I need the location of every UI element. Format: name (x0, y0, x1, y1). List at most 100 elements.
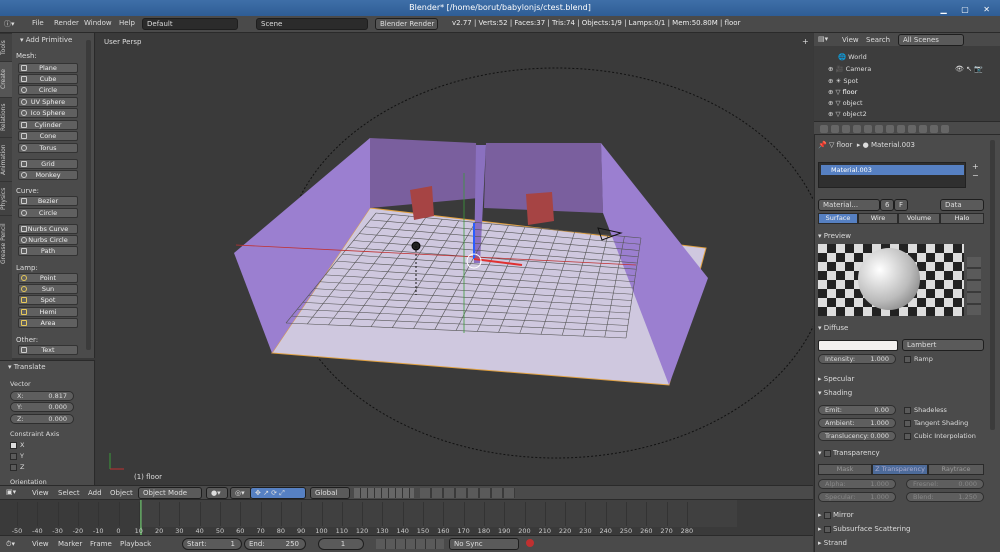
properties-scrollbar[interactable] (990, 140, 995, 430)
material-name-field[interactable]: Material... (818, 199, 880, 211)
add-point-lamp-button[interactable]: Point (18, 273, 78, 283)
timeline-menu-frame[interactable]: Frame (90, 540, 112, 548)
outliner-row-floor[interactable]: ⊕ ▽ floor (828, 88, 857, 96)
material-fake-user-button[interactable]: F (894, 199, 908, 211)
outliner-row-spot[interactable]: ⊕ ☀ Spot (828, 77, 858, 85)
menu-select[interactable]: Select (58, 489, 80, 497)
pivot-selector[interactable]: ◎▾ (230, 487, 252, 499)
transparency-panel-header[interactable]: ▾ Transparency (818, 449, 880, 457)
material-tab-volume[interactable]: Volume (898, 213, 940, 224)
end-frame-field[interactable]: End: 250 (244, 538, 306, 550)
add-primitive-header[interactable]: ▾ Add Primitive (20, 36, 72, 44)
add-grid-button[interactable]: Grid (18, 159, 78, 169)
diffuse-shader-selector[interactable]: Lambert (902, 339, 984, 351)
add-area-lamp-button[interactable]: Area (18, 318, 78, 328)
outliner-menu-search[interactable]: Search (866, 36, 890, 44)
add-text-button[interactable]: Text (18, 345, 78, 355)
preview-panel-header[interactable]: ▾ Preview (818, 232, 851, 240)
trans-specular-field[interactable]: Specular: 1.000 (818, 492, 896, 502)
transparency-checkbox[interactable] (823, 449, 831, 457)
menu-object[interactable]: Object (110, 489, 133, 497)
editor-type-icon[interactable]: ⓘ▾ (4, 19, 15, 29)
add-plane-button[interactable]: Plane (18, 63, 78, 73)
menu-window[interactable]: Window (84, 19, 112, 27)
add-sun-lamp-button[interactable]: Sun (18, 284, 78, 294)
outliner-filter-selector[interactable]: All Scenes (898, 34, 964, 46)
material-tab-surface[interactable]: Surface (818, 213, 858, 224)
material-tab-halo[interactable]: Halo (940, 213, 984, 224)
material-tab-wire[interactable]: Wire (858, 213, 898, 224)
alpha-field[interactable]: Alpha: 1.000 (818, 479, 896, 489)
physics-tab-icon[interactable] (941, 125, 949, 133)
mode-selector[interactable]: Object Mode (138, 487, 202, 499)
vector-x-field[interactable]: X: 0.817 (10, 391, 74, 401)
menu-add[interactable]: Add (88, 489, 102, 497)
add-cone-button[interactable]: Cone (18, 131, 78, 141)
add-torus-button[interactable]: Torus (18, 143, 78, 153)
outliner-visibility-icons[interactable]: 👁 ↖ 📷 (955, 65, 983, 73)
slot-add-remove-icons[interactable]: + − (972, 162, 979, 180)
diffuse-ramp-checkbox[interactable]: Ramp (904, 355, 933, 363)
texture-tab-icon[interactable] (919, 125, 927, 133)
add-bezier-button[interactable]: Bezier (18, 196, 78, 206)
particles-tab-icon[interactable] (930, 125, 938, 133)
vector-z-field[interactable]: Z: 0.000 (10, 414, 74, 424)
diffuse-color-swatch[interactable] (818, 340, 898, 351)
operator-title[interactable]: ▾ Translate (8, 363, 46, 371)
constraint-z-checkbox[interactable]: Z (10, 463, 24, 471)
menu-view[interactable]: View (32, 489, 49, 497)
mirror-panel-header[interactable]: ▸ Mirror (818, 511, 854, 519)
render-layers-tab-icon[interactable] (831, 125, 839, 133)
material-link-selector[interactable]: Data (940, 199, 984, 211)
shadeless-checkbox[interactable]: Shadeless (904, 406, 947, 414)
constraint-x-checkbox[interactable]: X (10, 441, 24, 449)
material-slot-list[interactable]: Material.003 (818, 162, 966, 188)
layout-selector[interactable]: Default (142, 18, 238, 30)
add-circle-button[interactable]: Circle (18, 85, 78, 95)
add-cube-button[interactable]: Cube (18, 74, 78, 84)
add-bezier-circle-button[interactable]: Circle (18, 208, 78, 218)
fresnel-field[interactable]: Fresnel: 0.000 (906, 479, 984, 489)
add-path-button[interactable]: Path (18, 246, 78, 256)
outliner-menu-view[interactable]: View (842, 36, 859, 44)
strand-panel-header[interactable]: ▸ Strand (818, 539, 847, 547)
tool-shelf-scrollbar[interactable] (86, 40, 91, 350)
add-hemi-lamp-button[interactable]: Hemi (18, 307, 78, 317)
menu-help[interactable]: Help (119, 19, 135, 27)
scene-selector[interactable]: Scene (256, 18, 368, 30)
playback-controls[interactable] (376, 539, 444, 549)
add-nurbs-circle-button[interactable]: Nurbs Circle (18, 235, 78, 245)
object-tab-icon[interactable] (864, 125, 872, 133)
outliner-row-object[interactable]: ⊕ ▽ object (828, 99, 863, 107)
constraint-y-checkbox[interactable]: Y (10, 452, 24, 460)
outliner-row-camera[interactable]: ⊕ 🎥 Camera (828, 65, 871, 73)
tab-create[interactable]: Create (0, 61, 12, 97)
start-frame-field[interactable]: Start: 1 (182, 538, 242, 550)
sss-panel-header[interactable]: ▸ Subsurface Scattering (818, 525, 910, 533)
cube-right[interactable] (526, 192, 554, 225)
timeline-area[interactable]: -50 -40 -30 -20 -10 0 10 20 30 40 50 60 70 80 90 100 110… (0, 499, 813, 536)
scene-render[interactable] (96, 33, 813, 485)
add-ico-sphere-button[interactable]: Ico Sphere (18, 108, 78, 118)
outliner-row-world[interactable]: 🌐 World (838, 53, 867, 61)
ambient-field[interactable]: Ambient: 1.000 (818, 418, 896, 428)
menu-render[interactable]: Render (54, 19, 79, 27)
tab-physics[interactable]: Physics (0, 181, 12, 215)
emit-field[interactable]: Emit: 0.00 (818, 405, 896, 415)
timeline-menu-view[interactable]: View (32, 540, 49, 548)
properties-context-tabs[interactable] (814, 121, 1000, 135)
material-slot-selected[interactable]: Material.003 (821, 165, 964, 175)
menu-file[interactable]: File (32, 19, 44, 27)
outliner-editor-icon[interactable]: ▤▾ (818, 35, 828, 43)
tab-tools[interactable]: Tools (0, 33, 12, 61)
material-tab-icon[interactable] (908, 125, 916, 133)
viewport-tool-buttons[interactable] (420, 488, 515, 498)
diffuse-intensity-field[interactable]: Intensity: 1.000 (818, 354, 896, 364)
tab-grease-pencil[interactable]: Grease Pencil (0, 215, 12, 271)
layer-buttons[interactable] (354, 488, 414, 498)
manipulator-buttons[interactable]: ✥ ↗ ⟳ ⤢ (250, 487, 306, 499)
diffuse-panel-header[interactable]: ▾ Diffuse (818, 324, 848, 332)
sss-checkbox[interactable] (823, 525, 831, 533)
translucency-field[interactable]: Translucency: 0.000 (818, 431, 896, 441)
viewport-shading-selector[interactable]: ●▾ (206, 487, 228, 499)
